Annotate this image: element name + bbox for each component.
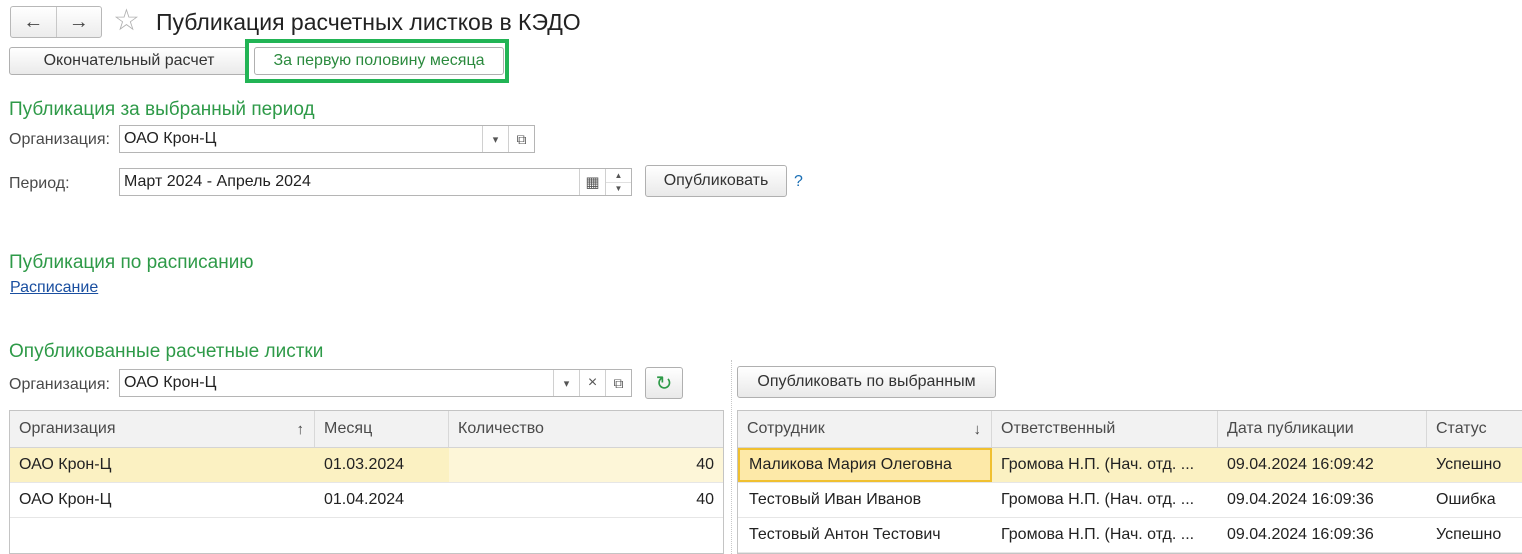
help-icon[interactable]: ?	[794, 173, 803, 191]
forward-arrow-icon[interactable]: →	[55, 7, 102, 37]
tab-final-calculation[interactable]: Окончательный расчет	[9, 47, 249, 75]
table-header: Организация ↑ Месяц Количество	[10, 411, 723, 448]
sort-descending-icon: ↓	[973, 420, 982, 438]
calendar-icon[interactable]: ▦	[579, 169, 605, 195]
table-row[interactable]: ОАО Крон-Ц 01.04.2024 40	[10, 483, 723, 518]
column-header-count[interactable]: Количество	[449, 411, 723, 447]
tab-highlight-frame	[245, 39, 509, 83]
navigation-buttons: ← →	[10, 6, 102, 38]
period-label: Период:	[9, 175, 70, 192]
spin-up-icon[interactable]: ▲	[606, 169, 631, 182]
organizations-table: Организация ↑ Месяц Количество ОАО Крон-…	[9, 410, 724, 554]
period-field[interactable]: Март 2024 - Апрель 2024 ▦ ▲ ▼	[119, 168, 632, 196]
publish-selected-button[interactable]: Опубликовать по выбранным	[737, 366, 996, 398]
open-icon[interactable]: ⧉	[508, 126, 534, 152]
period-spinner[interactable]: ▲ ▼	[605, 169, 631, 195]
published-organization-label: Организация:	[9, 376, 110, 393]
period-value: Март 2024 - Апрель 2024	[124, 173, 311, 190]
organization-field[interactable]: ОАО Крон-Ц ▾ ⧉	[119, 125, 535, 153]
table-row[interactable]: Маликова Мария Олеговна Громова Н.П. (На…	[738, 448, 1522, 483]
dropdown-icon[interactable]: ▾	[553, 370, 579, 396]
period-section-title: Публикация за выбранный период	[9, 99, 315, 120]
clear-icon[interactable]: ×	[579, 370, 605, 396]
open-icon[interactable]: ⧉	[605, 370, 631, 396]
column-header-employee[interactable]: Сотрудник ↓	[738, 411, 992, 447]
panel-divider	[731, 360, 732, 554]
sort-ascending-icon: ↑	[296, 420, 305, 438]
page-title: Публикация расчетных листков в КЭДО	[156, 9, 581, 35]
schedule-section-title: Публикация по расписанию	[9, 252, 254, 273]
publish-button[interactable]: Опубликовать	[645, 165, 787, 197]
organization-value: ОАО Крон-Ц	[124, 130, 217, 147]
table-row[interactable]: Тестовый Антон Тестович Громова Н.П. (На…	[738, 518, 1522, 553]
column-header-responsible[interactable]: Ответственный	[992, 411, 1218, 447]
schedule-link[interactable]: Расписание	[10, 279, 98, 297]
published-organization-value: ОАО Крон-Ц	[124, 374, 217, 391]
favorite-star-icon[interactable]: ☆	[113, 4, 140, 38]
column-header-publication-date[interactable]: Дата публикации	[1218, 411, 1427, 447]
spin-down-icon[interactable]: ▼	[606, 181, 631, 196]
published-section-title: Опубликованные расчетные листки	[9, 341, 324, 362]
column-header-organization[interactable]: Организация ↑	[10, 411, 315, 447]
published-organization-field[interactable]: ОАО Крон-Ц ▾ × ⧉	[119, 369, 632, 397]
refresh-icon[interactable]: ↻	[645, 367, 683, 399]
column-header-month[interactable]: Месяц	[315, 411, 449, 447]
dropdown-icon[interactable]: ▾	[482, 126, 508, 152]
employees-table: Сотрудник ↓ Ответственный Дата публикаци…	[737, 410, 1522, 554]
table-row[interactable]: ОАО Крон-Ц 01.03.2024 40	[10, 448, 723, 483]
table-row[interactable]: Тестовый Иван Иванов Громова Н.П. (Нач. …	[738, 483, 1522, 518]
back-arrow-icon[interactable]: ←	[11, 7, 56, 37]
table-header: Сотрудник ↓ Ответственный Дата публикаци…	[738, 411, 1522, 448]
column-header-status[interactable]: Статус	[1427, 411, 1522, 447]
organization-label: Организация:	[9, 131, 110, 148]
